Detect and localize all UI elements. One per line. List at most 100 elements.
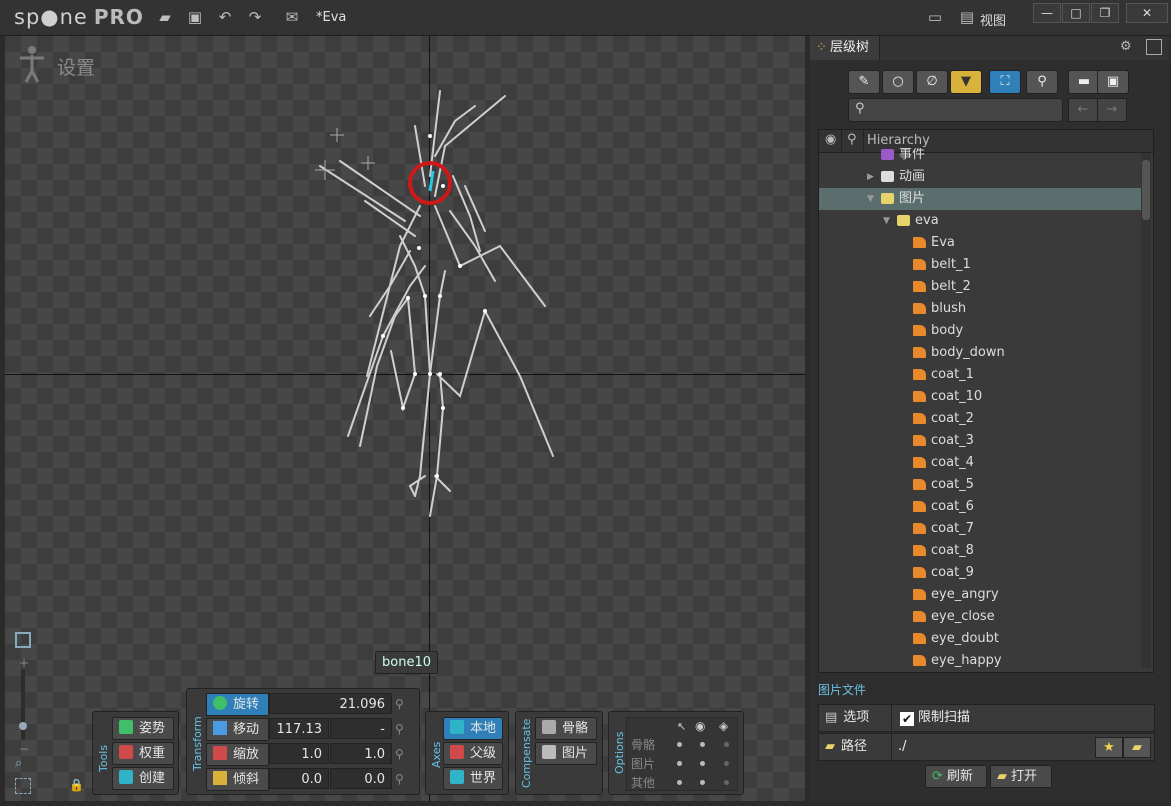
- save-icon[interactable]: ▣: [186, 8, 204, 26]
- tree-row--[interactable]: ▶ 动画: [819, 166, 1141, 188]
- translate-y-value[interactable]: - 45.654: [330, 718, 392, 758]
- tree-row-eye_doubt[interactable]: eye_doubt: [819, 628, 1141, 650]
- tree-row-belt_2[interactable]: belt_2: [819, 276, 1141, 298]
- shear-key-icon[interactable]: ⚲: [395, 772, 404, 786]
- tree-row-coat_5[interactable]: coat_5: [819, 474, 1141, 496]
- limit-scan-checkbox[interactable]: ✔ 限制扫描: [891, 705, 1155, 731]
- shear-button[interactable]: 倾斜: [206, 768, 269, 791]
- window-icon[interactable]: ▭: [926, 8, 944, 26]
- collapse-button[interactable]: ▬: [1068, 70, 1100, 94]
- tree-row-coat_3[interactable]: coat_3: [819, 430, 1141, 452]
- tree-scrollbar[interactable]: [1141, 153, 1151, 668]
- tree-row-coat_1[interactable]: coat_1: [819, 364, 1141, 386]
- shear-x-value[interactable]: 0.0: [269, 768, 329, 789]
- option-others-visible[interactable]: [700, 780, 705, 785]
- option-bones-visible[interactable]: [700, 742, 705, 747]
- translate-button[interactable]: 移动: [206, 718, 269, 741]
- viewport[interactable]: 设置 bone10 + − ⌕ 🔒: [5, 36, 805, 801]
- rotate-button[interactable]: 旋转: [206, 693, 269, 716]
- tree-row-eye_happy[interactable]: eye_happy: [819, 650, 1141, 668]
- tree-row-eye_close[interactable]: eye_close: [819, 606, 1141, 628]
- undo-icon[interactable]: ↶: [216, 8, 234, 26]
- hierarchy-search-input[interactable]: ⚲: [848, 98, 1063, 122]
- option-others-select[interactable]: [677, 780, 682, 785]
- option-images-name[interactable]: [724, 761, 729, 766]
- translate-key-icon[interactable]: ⚲: [395, 722, 404, 736]
- scale-x-value[interactable]: 1.0: [269, 743, 329, 764]
- option-bones-name[interactable]: [724, 742, 729, 747]
- tree-row-coat_10[interactable]: coat_10: [819, 386, 1141, 408]
- translate-x-value[interactable]: 117.13: [269, 718, 329, 739]
- find-replace-button[interactable]: ⚲: [1026, 70, 1058, 94]
- frame-icon[interactable]: [15, 632, 31, 648]
- minimize-button[interactable]: —: [1033, 3, 1061, 23]
- zoom-in-icon[interactable]: +: [19, 656, 29, 670]
- tree-row-eva[interactable]: Eva: [819, 232, 1141, 254]
- axes-local-button[interactable]: 本地: [443, 717, 503, 740]
- fit-view-icon[interactable]: [15, 778, 31, 794]
- compensate-images-button[interactable]: 图片: [535, 742, 597, 765]
- visibility-column-icon[interactable]: ◉: [825, 132, 836, 147]
- option-images-select[interactable]: [677, 761, 682, 766]
- mail-icon[interactable]: ✉: [283, 8, 301, 26]
- tree-row-coat_9[interactable]: coat_9: [819, 562, 1141, 584]
- lock-icon[interactable]: 🔒: [69, 778, 84, 792]
- panel-settings-icon[interactable]: ⚙: [1120, 39, 1132, 54]
- tree-row-coat_2[interactable]: coat_2: [819, 408, 1141, 430]
- redo-icon[interactable]: ↷: [246, 8, 264, 26]
- tree-row-body_down[interactable]: body_down: [819, 342, 1141, 364]
- shear-y-value[interactable]: 0.0: [330, 768, 392, 789]
- rotate-value[interactable]: 21.096: [269, 693, 392, 714]
- filter-bones-button[interactable]: ✎: [848, 70, 880, 94]
- filter-slots-button[interactable]: ○: [882, 70, 914, 94]
- tool-pose-button[interactable]: 姿势: [112, 717, 174, 740]
- scale-y-value[interactable]: 1.0: [330, 743, 392, 764]
- favorite-star-button[interactable]: ★: [1095, 737, 1123, 758]
- option-others-name[interactable]: [724, 780, 729, 785]
- tree-row-eye_angry[interactable]: eye_angry: [819, 584, 1141, 606]
- close-button[interactable]: ✕: [1126, 3, 1168, 23]
- axes-parent-button[interactable]: 父级: [443, 742, 503, 765]
- expand-button[interactable]: ▣: [1097, 70, 1129, 94]
- tree-row-coat_8[interactable]: coat_8: [819, 540, 1141, 562]
- browse-folder-button[interactable]: ▰: [1123, 737, 1151, 758]
- tree-row-blush[interactable]: blush: [819, 298, 1141, 320]
- forward-arrow-button[interactable]: →: [1097, 98, 1127, 122]
- panel-maximize-icon[interactable]: [1146, 39, 1162, 55]
- tool-weights-button[interactable]: 权重: [112, 742, 174, 765]
- expand-arrow-icon[interactable]: ▼: [867, 188, 874, 210]
- tree-row--[interactable]: ▼ 图片: [819, 188, 1141, 210]
- back-arrow-button[interactable]: ←: [1068, 98, 1098, 122]
- option-bones-select[interactable]: [677, 742, 682, 747]
- option-images-visible[interactable]: [700, 761, 705, 766]
- open-button[interactable]: ▰ 打开: [990, 765, 1052, 788]
- zoom-out-icon[interactable]: −: [19, 742, 29, 756]
- filter-attachments-button[interactable]: ∅: [916, 70, 948, 94]
- hierarchy-tree[interactable]: ◉ ⚲ Hierarchy 事件 ▶ 动画 ▼ 图片 ▼ eva Eva belt_1 belt_…: [818, 129, 1154, 673]
- focus-selection-button[interactable]: ⛶: [989, 70, 1021, 94]
- tree-row-coat_4[interactable]: coat_4: [819, 452, 1141, 474]
- expand-arrow-icon[interactable]: ▶: [867, 166, 874, 188]
- key-column-icon[interactable]: ⚲: [847, 132, 857, 147]
- scale-key-icon[interactable]: ⚲: [395, 747, 404, 761]
- tab-hierarchy[interactable]: ⁘ 层级树: [810, 36, 880, 60]
- maximize-button[interactable]: □: [1062, 3, 1090, 23]
- tree-row-belt_1[interactable]: belt_1: [819, 254, 1141, 276]
- axes-world-button[interactable]: 世界: [443, 767, 503, 790]
- restore-button[interactable]: ❐: [1091, 3, 1119, 23]
- tree-row-coat_7[interactable]: coat_7: [819, 518, 1141, 540]
- view-icon[interactable]: ▤: [958, 8, 976, 26]
- scale-button[interactable]: 缩放: [206, 743, 269, 766]
- tree-row-eva[interactable]: ▼ eva: [819, 210, 1141, 232]
- refresh-button[interactable]: ⟳ 刷新: [925, 765, 987, 788]
- tool-create-button[interactable]: 创建: [112, 767, 174, 790]
- rotate-key-icon[interactable]: ⚲: [395, 697, 404, 711]
- expand-arrow-icon[interactable]: ▼: [883, 210, 890, 232]
- tree-scrollbar-thumb[interactable]: [1142, 160, 1150, 220]
- view-menu[interactable]: 视图: [980, 10, 1006, 29]
- zoom-slider-handle[interactable]: [19, 722, 27, 730]
- open-folder-icon[interactable]: ▰: [156, 8, 174, 26]
- skeleton-bones[interactable]: [5, 36, 805, 801]
- filter-button[interactable]: ▼: [950, 70, 982, 94]
- zoom-magnifier-icon[interactable]: ⌕: [15, 756, 22, 771]
